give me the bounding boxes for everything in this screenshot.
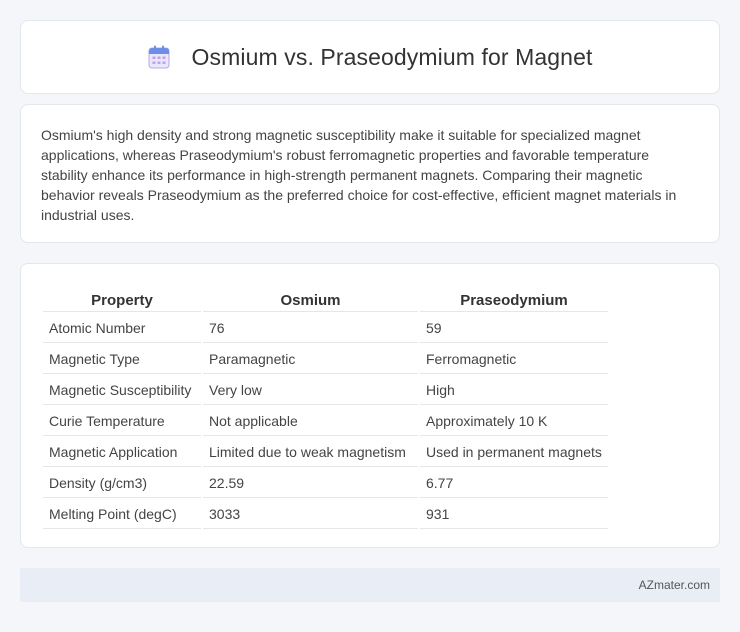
header-property: Property: [43, 286, 201, 312]
cell-property: Magnetic Susceptibility: [43, 376, 201, 405]
table-row: Atomic Number 76 59: [43, 314, 608, 343]
table-row: Magnetic Susceptibility Very low High: [43, 376, 608, 405]
calendar-icon: [148, 45, 170, 69]
title-wrap: Osmium vs. Praseodymium for Magnet: [148, 44, 593, 71]
comparison-table-card: Property Osmium Praseodymium Atomic Numb…: [20, 263, 720, 548]
cell-property: Atomic Number: [43, 314, 201, 343]
table-row: Density (g/cm3) 22.59 6.77: [43, 469, 608, 498]
cell-osmium: 3033: [203, 500, 418, 529]
cell-property: Curie Temperature: [43, 407, 201, 436]
cell-praseodymium: 931: [420, 500, 608, 529]
table-row: Magnetic Type Paramagnetic Ferromagnetic: [43, 345, 608, 374]
table-row: Curie Temperature Not applicable Approxi…: [43, 407, 608, 436]
cell-osmium: 22.59: [203, 469, 418, 498]
cell-praseodymium: High: [420, 376, 608, 405]
cell-osmium: Limited due to weak magnetism: [203, 438, 418, 467]
header-osmium: Osmium: [203, 286, 418, 312]
page-title: Osmium vs. Praseodymium for Magnet: [191, 43, 593, 70]
table-row: Magnetic Application Limited due to weak…: [43, 438, 608, 467]
cell-praseodymium: 6.77: [420, 469, 608, 498]
cell-property: Magnetic Type: [43, 345, 201, 374]
cell-praseodymium: Approximately 10 K: [420, 407, 608, 436]
summary-text: Osmium's high density and strong magneti…: [41, 127, 677, 223]
cell-property: Density (g/cm3): [43, 469, 201, 498]
footer-site-link[interactable]: AZmater.com: [639, 578, 710, 592]
header-praseodymium: Praseodymium: [420, 286, 608, 312]
header-card: Osmium vs. Praseodymium for Magnet: [20, 20, 720, 94]
cell-property: Magnetic Application: [43, 438, 201, 467]
cell-osmium: 76: [203, 314, 418, 343]
cell-praseodymium: Used in permanent magnets: [420, 438, 608, 467]
cell-osmium: Very low: [203, 376, 418, 405]
cell-praseodymium: 59: [420, 314, 608, 343]
cell-osmium: Not applicable: [203, 407, 418, 436]
table-header-row: Property Osmium Praseodymium: [43, 286, 608, 312]
summary-card: Osmium's high density and strong magneti…: [20, 104, 720, 243]
comparison-table: Property Osmium Praseodymium Atomic Numb…: [41, 284, 610, 531]
cell-property: Melting Point (degC): [43, 500, 201, 529]
cell-praseodymium: Ferromagnetic: [420, 345, 608, 374]
table-row: Melting Point (degC) 3033 931: [43, 500, 608, 529]
footer-bar: AZmater.com: [20, 568, 720, 602]
cell-osmium: Paramagnetic: [203, 345, 418, 374]
